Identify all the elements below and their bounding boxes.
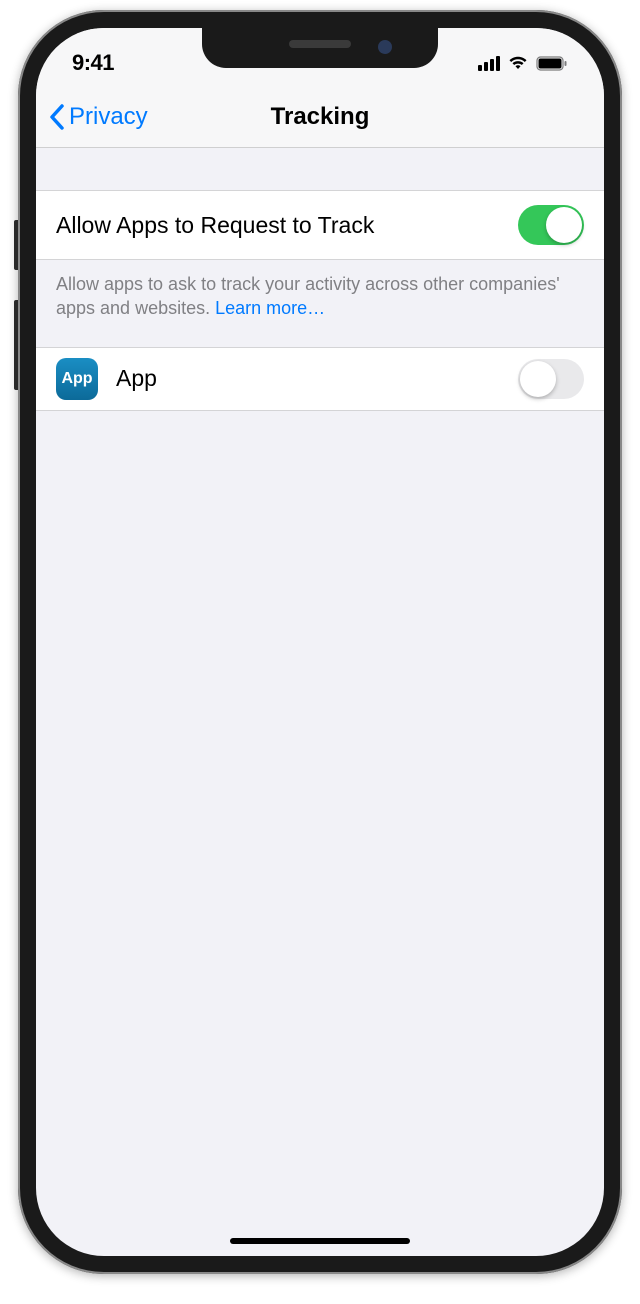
toggle-knob xyxy=(520,361,556,397)
allow-tracking-label: Allow Apps to Request to Track xyxy=(56,212,374,239)
allow-tracking-toggle[interactable] xyxy=(518,205,584,245)
status-time: 9:41 xyxy=(72,50,114,76)
status-icons xyxy=(478,55,568,71)
app-tracking-toggle[interactable] xyxy=(518,359,584,399)
app-row: App App xyxy=(36,347,604,411)
front-camera xyxy=(378,40,392,54)
app-name-label: App xyxy=(116,365,157,392)
content-area: Allow Apps to Request to Track Allow app… xyxy=(36,148,604,411)
page-title: Tracking xyxy=(271,103,370,131)
phone-frame: 9:41 xyxy=(18,10,622,1274)
app-icon: App xyxy=(56,358,98,400)
cellular-signal-icon xyxy=(478,56,500,71)
home-indicator[interactable] xyxy=(230,1238,410,1244)
speaker-grille xyxy=(289,40,351,48)
allow-tracking-footer: Allow apps to ask to track your activity… xyxy=(36,260,604,347)
allow-tracking-row: Allow Apps to Request to Track xyxy=(36,190,604,260)
app-row-left: App App xyxy=(56,358,157,400)
screen: 9:41 xyxy=(36,28,604,1256)
back-label: Privacy xyxy=(69,103,148,131)
navigation-bar: Privacy Tracking xyxy=(36,86,604,148)
battery-icon xyxy=(536,56,568,71)
back-button[interactable]: Privacy xyxy=(48,103,148,131)
chevron-left-icon xyxy=(48,103,65,131)
notch xyxy=(202,28,438,68)
toggle-knob xyxy=(546,207,582,243)
wifi-icon xyxy=(507,55,529,71)
learn-more-link[interactable]: Learn more… xyxy=(215,298,325,318)
